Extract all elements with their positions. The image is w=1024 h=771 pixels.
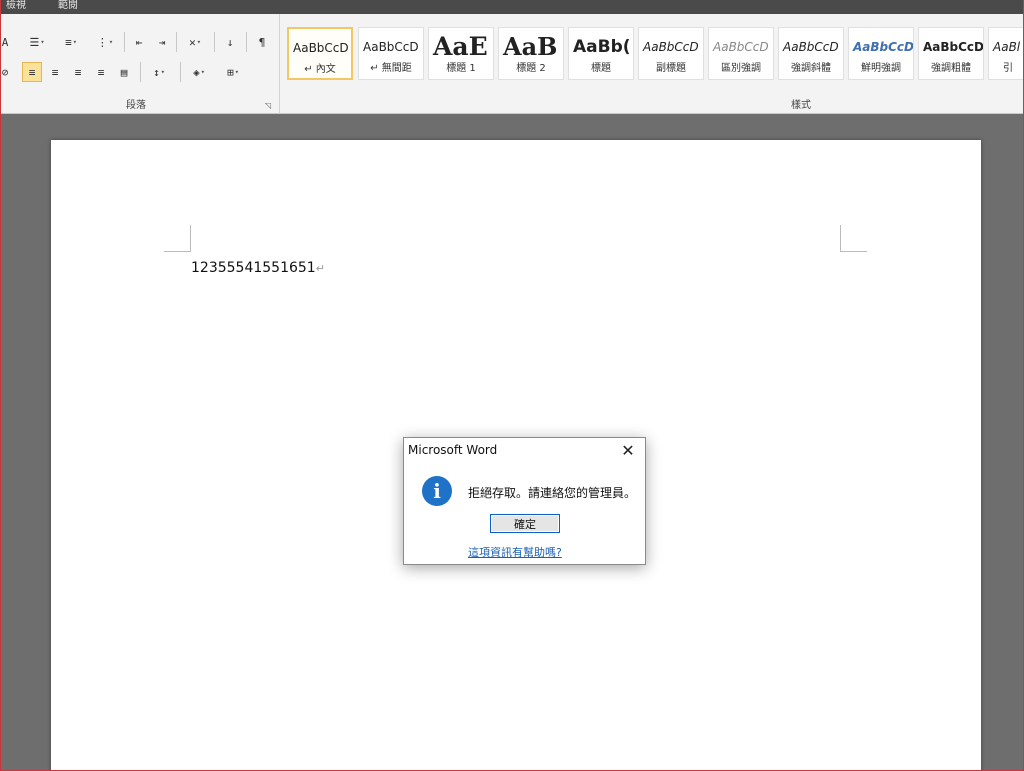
window-frame	[0, 0, 1024, 771]
